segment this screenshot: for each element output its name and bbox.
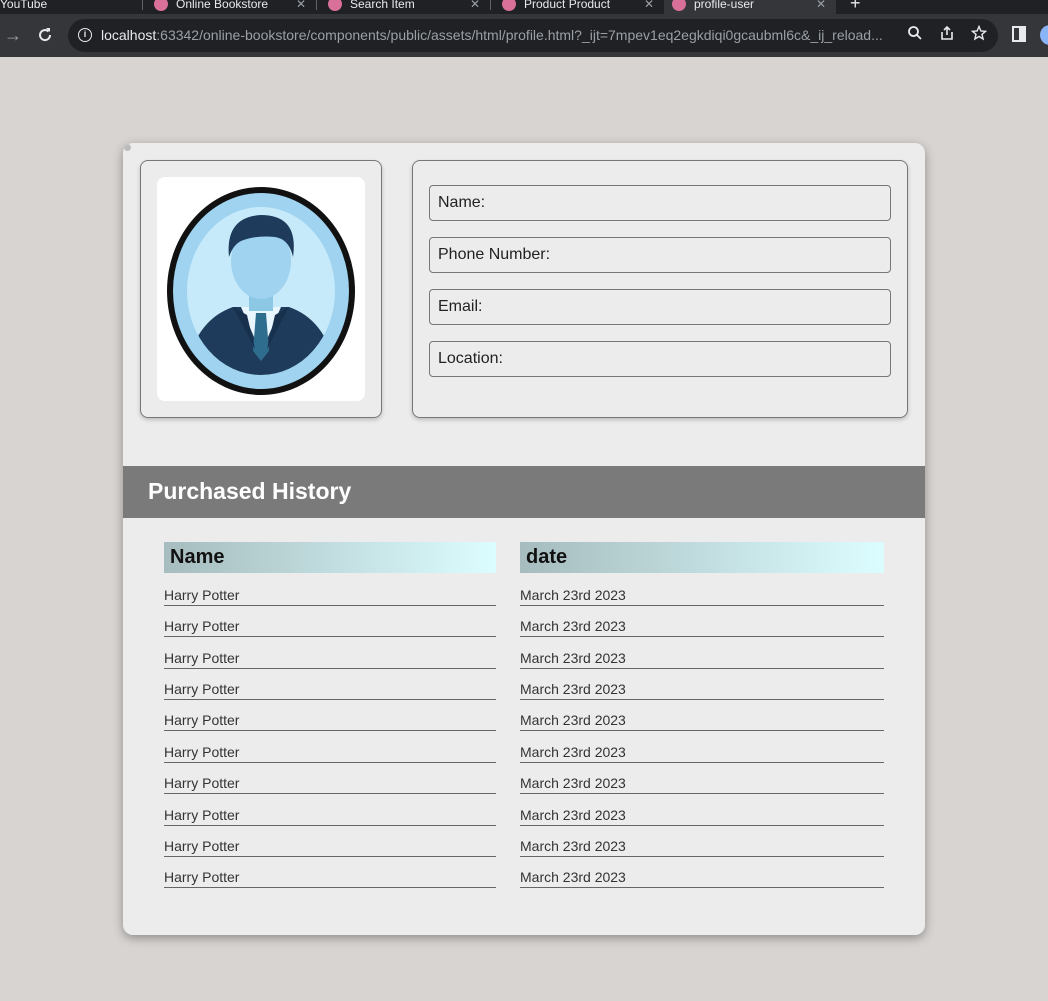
history-row-name: Harry Potter — [164, 868, 496, 888]
history-row-date: March 23rd 2023 — [520, 711, 884, 731]
corner-decoration — [124, 144, 131, 151]
purchased-history-header: Purchased History — [123, 466, 925, 518]
side-panel-icon[interactable] — [1012, 26, 1026, 42]
avatar-frame — [140, 160, 382, 418]
history-row-name: Harry Potter — [164, 586, 496, 606]
tab-online-bookstore[interactable]: Online Bookstore ✕ — [146, 0, 316, 14]
history-row-date: March 23rd 2023 — [520, 743, 884, 763]
tab-separator — [142, 0, 143, 10]
purchased-history-title: Purchased History — [148, 478, 352, 504]
tab-youtube[interactable]: YouTube — [0, 0, 142, 14]
column-header-date: date — [520, 542, 884, 573]
email-field[interactable]: Email: — [429, 289, 891, 325]
user-info-panel: Name: Phone Number: Email: Location: — [412, 160, 908, 418]
history-row-name: Harry Potter — [164, 711, 496, 731]
history-row-date: March 23rd 2023 — [520, 806, 884, 826]
back-arrow-icon[interactable]: → — [0, 22, 26, 48]
star-icon[interactable] — [969, 24, 989, 45]
user-avatar-icon — [167, 187, 355, 395]
tab-separator — [316, 0, 317, 10]
profile-avatar[interactable] — [1040, 25, 1048, 45]
tab-close-icon[interactable]: ✕ — [816, 0, 826, 11]
new-tab-button[interactable]: + — [850, 0, 861, 14]
share-icon[interactable] — [937, 25, 957, 45]
history-row-date: March 23rd 2023 — [520, 586, 884, 606]
url-text[interactable]: localhost:63342/online-bookstore/compone… — [101, 27, 883, 43]
tab-separator — [490, 0, 491, 10]
tab-search-item[interactable]: Search Item ✕ — [320, 0, 490, 14]
history-row-date: March 23rd 2023 — [520, 617, 884, 637]
phone-number-field[interactable]: Phone Number: — [429, 237, 891, 273]
tab-favicon-icon — [672, 0, 686, 11]
location-field[interactable]: Location: — [429, 341, 891, 377]
history-row-date: March 23rd 2023 — [520, 649, 884, 669]
tab-favicon-icon — [502, 0, 516, 11]
name-field[interactable]: Name: — [429, 185, 891, 221]
tab-close-icon[interactable]: ✕ — [470, 0, 480, 11]
tab-favicon-icon — [328, 0, 342, 11]
profile-card: Name: Phone Number: Email: Location: Pur… — [123, 143, 925, 935]
tab-profile-user[interactable]: profile-user ✕ — [664, 0, 836, 14]
site-info-icon[interactable]: i — [78, 28, 92, 42]
browser-toolbar: → i localhost:63342/online-bookstore/com… — [0, 14, 1048, 57]
history-row-date: March 23rd 2023 — [520, 868, 884, 888]
tab-close-icon[interactable]: ✕ — [644, 0, 654, 11]
history-row-name: Harry Potter — [164, 806, 496, 826]
reload-icon[interactable] — [32, 22, 58, 48]
history-row-date: March 23rd 2023 — [520, 774, 884, 794]
history-row-name: Harry Potter — [164, 774, 496, 794]
avatar-image — [157, 177, 365, 401]
tab-favicon-icon — [154, 0, 168, 11]
tab-product[interactable]: Product Product ✕ — [494, 0, 664, 14]
address-bar[interactable]: i localhost:63342/online-bookstore/compo… — [68, 19, 998, 52]
tab-close-icon[interactable]: ✕ — [296, 0, 306, 11]
column-header-name: Name — [164, 542, 496, 573]
history-row-name: Harry Potter — [164, 649, 496, 669]
history-row-name: Harry Potter — [164, 680, 496, 700]
history-row-name: Harry Potter — [164, 837, 496, 857]
browser-tab-strip: YouTube Online Bookstore ✕ Search Item ✕… — [0, 0, 1048, 14]
zoom-icon[interactable] — [905, 25, 925, 45]
history-row-name: Harry Potter — [164, 617, 496, 637]
history-row-date: March 23rd 2023 — [520, 680, 884, 700]
history-row-name: Harry Potter — [164, 743, 496, 763]
history-row-date: March 23rd 2023 — [520, 837, 884, 857]
